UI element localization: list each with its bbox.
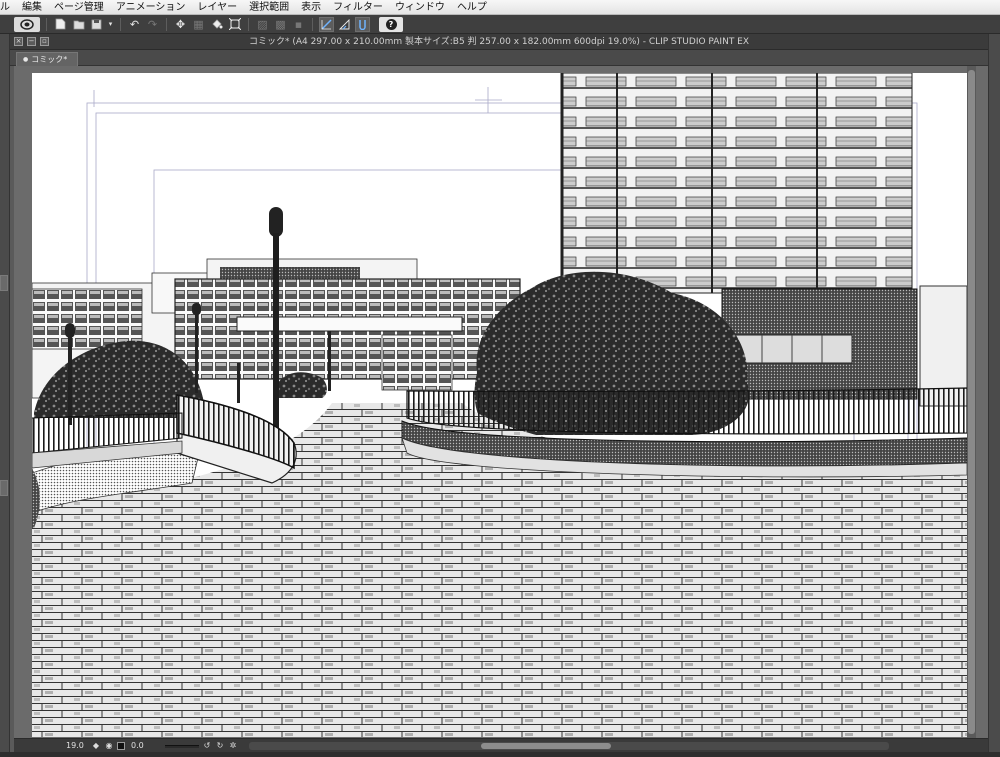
document-window-bar: × − ▫ コミック* (A4 297.00 x 210.00mm 製本サイズ:…	[10, 34, 988, 50]
flip-icon[interactable]: ✲	[228, 741, 238, 751]
special-ruler-icon[interactable]	[337, 17, 352, 32]
toolbar-separator	[46, 17, 47, 31]
menu-item-page-management[interactable]: ページ管理	[48, 0, 110, 15]
zoom-reset-icon[interactable]: ◉	[104, 741, 114, 751]
vertical-scrollbar-thumb[interactable]	[968, 70, 975, 734]
menu-item-layer[interactable]: レイヤー	[191, 0, 243, 15]
rotation-angle[interactable]: 0.0	[131, 741, 161, 750]
undo-icon[interactable]: ↶	[127, 17, 142, 32]
tab-comic-document[interactable]: ● コミック*	[16, 52, 79, 66]
fit-to-window-icon[interactable]	[117, 741, 125, 750]
apartment-tower	[560, 73, 913, 294]
zoom-stepper-icon[interactable]: ◆	[91, 741, 101, 751]
fill-icon[interactable]	[209, 17, 224, 32]
vertical-scrollbar[interactable]	[967, 66, 976, 738]
menu-item-animation[interactable]: アニメーション	[110, 0, 192, 15]
manga-background-artwork[interactable]	[32, 73, 967, 737]
ruler-snap-icon[interactable]	[319, 16, 334, 32]
clip-studio-logo-icon[interactable]	[14, 16, 40, 32]
rotate-left-icon[interactable]: ↺	[202, 741, 212, 751]
document-window-title: コミック* (A4 297.00 x 210.00mm 製本サイズ:B5 判 2…	[248, 37, 750, 47]
command-bar: ▾ ↶ ↷ ✥ ▦ ▨ ▩ ▪ ?	[0, 15, 1000, 34]
pen-snap-icon[interactable]	[355, 16, 370, 32]
menu-item-edit[interactable]: 編集	[16, 0, 48, 15]
menu-bar: ル 編集 ページ管理 アニメーション レイヤー 選択範囲 表示 フィルター ウィ…	[0, 0, 1000, 15]
panel-grip[interactable]	[0, 275, 8, 291]
tab-close-icon[interactable]: ●	[23, 53, 28, 66]
save-options-chevron-icon[interactable]: ▾	[107, 17, 114, 32]
menu-item-file[interactable]: ル	[0, 0, 16, 15]
new-document-icon[interactable]	[53, 17, 68, 32]
fill-selection-icon[interactable]: ▩	[273, 17, 288, 32]
rotation-slider[interactable]	[165, 742, 199, 750]
desktop-strip	[0, 752, 1000, 757]
menu-item-selection[interactable]: 選択範囲	[243, 0, 295, 15]
horizontal-scrollbar-thumb[interactable]	[481, 743, 611, 749]
tab-label: コミック*	[31, 55, 68, 64]
canvas-tab-bar: ● コミック*	[10, 50, 988, 66]
canvas-viewport[interactable]	[14, 66, 988, 738]
toolbar-separator	[312, 17, 313, 31]
horizontal-scrollbar[interactable]	[249, 742, 889, 750]
gray-square-icon[interactable]: ▪	[291, 17, 306, 32]
selection-icon[interactable]: ▦	[191, 17, 206, 32]
canvas-status-bar: 19.0 ◆ ◉ 0.0 ↺ ↻ ✲	[14, 738, 988, 752]
clip-studio-paint-window: ル 編集 ページ管理 アニメーション レイヤー 選択範囲 表示 フィルター ウィ…	[0, 0, 1000, 757]
transform-icon[interactable]: ✥	[173, 17, 188, 32]
rotate-right-icon[interactable]: ↻	[215, 741, 225, 751]
office-building-right	[721, 285, 967, 407]
crop-icon[interactable]	[227, 17, 242, 32]
help-icon: ?	[385, 18, 397, 30]
right-panel-edge[interactable]	[988, 34, 1000, 757]
toolbar-separator	[248, 17, 249, 31]
menu-item-filter[interactable]: フィルター	[327, 0, 389, 15]
save-icon[interactable]	[89, 17, 104, 32]
left-panel-edge[interactable]	[0, 34, 10, 757]
toolbar-separator	[166, 17, 167, 31]
clear-icon[interactable]: ▨	[255, 17, 270, 32]
zoom-level[interactable]: 19.0	[66, 741, 88, 750]
menu-item-window[interactable]: ウィンドウ	[389, 0, 451, 15]
help-button[interactable]: ?	[379, 16, 403, 32]
open-folder-icon[interactable]	[71, 17, 86, 32]
toolbar-separator	[120, 17, 121, 31]
menu-item-view[interactable]: 表示	[295, 0, 327, 15]
menu-item-help[interactable]: ヘルプ	[451, 0, 493, 15]
redo-icon[interactable]: ↷	[145, 17, 160, 32]
panel-grip[interactable]	[0, 480, 8, 496]
